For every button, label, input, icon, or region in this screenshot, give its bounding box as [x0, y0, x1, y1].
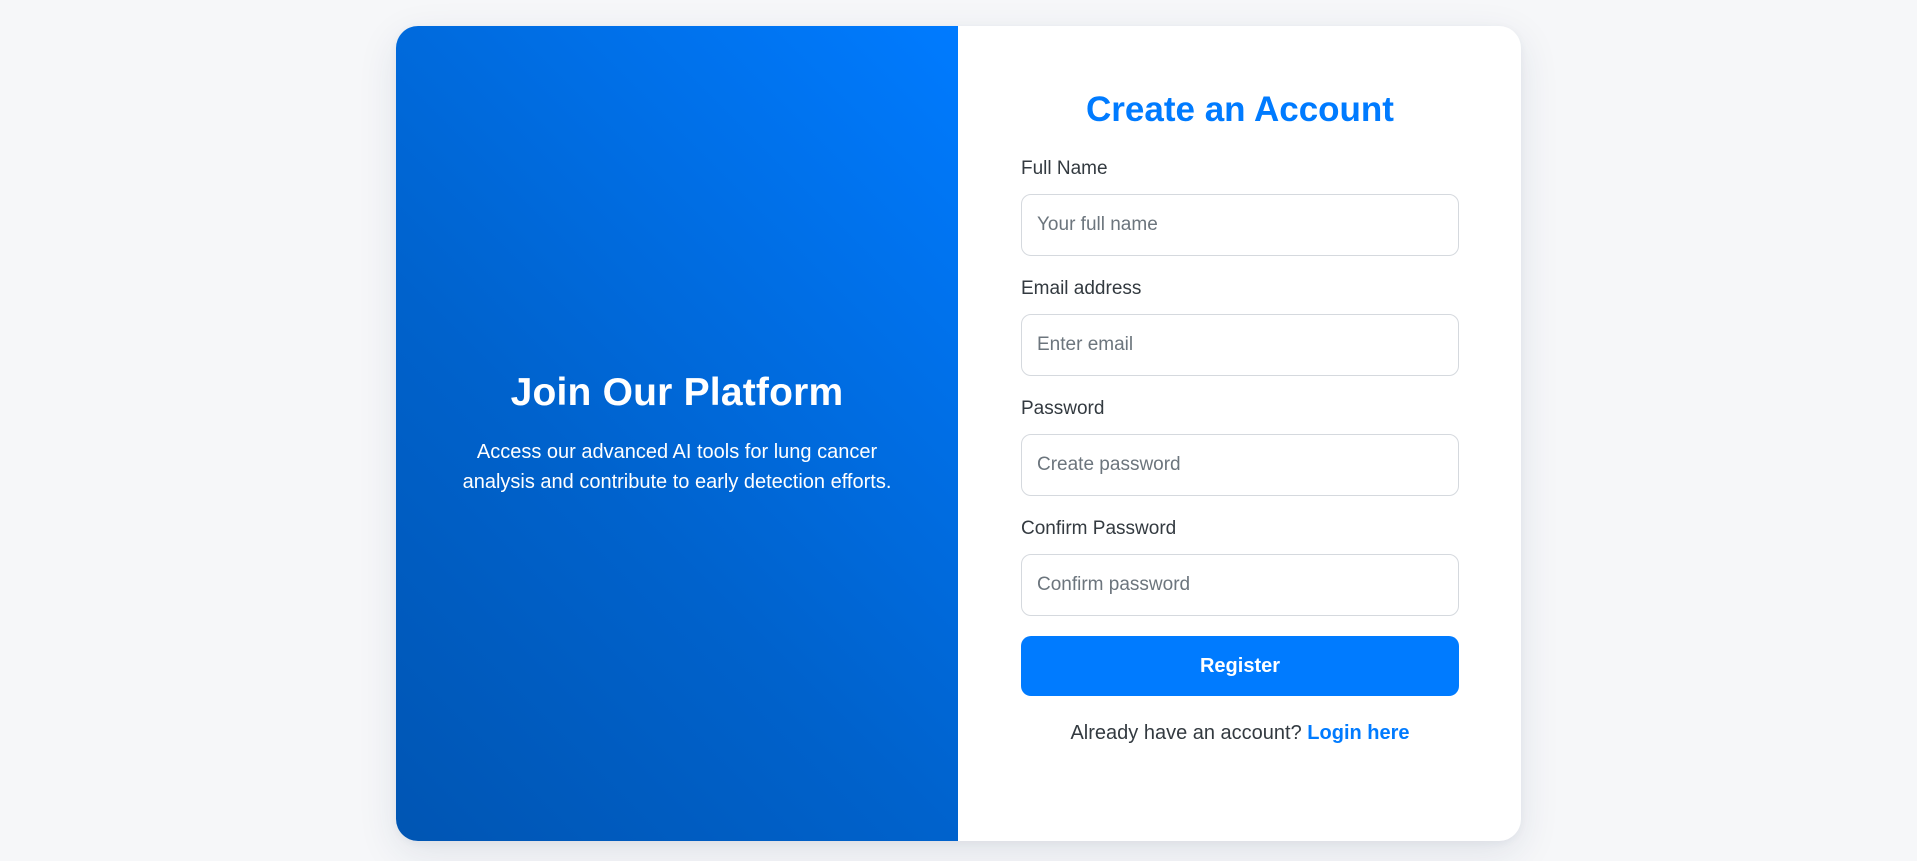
register-card: Join Our Platform Access our advanced AI… — [396, 26, 1521, 841]
register-button[interactable]: Register — [1021, 636, 1459, 696]
promo-title: Join Our Platform — [510, 370, 844, 414]
promo-description: Access our advanced AI tools for lung ca… — [462, 440, 892, 493]
page: Join Our Platform Access our advanced AI… — [0, 0, 1917, 861]
confirm-password-input[interactable] — [1021, 554, 1459, 616]
full-name-label: Full Name — [1021, 158, 1108, 179]
confirm-password-field-group: Confirm Password — [1021, 518, 1459, 616]
password-field-group: Password — [1021, 398, 1459, 496]
password-label: Password — [1021, 398, 1105, 419]
form-title: Create an Account — [1086, 90, 1394, 129]
email-field-group: Email address — [1021, 278, 1459, 376]
register-form-panel: Create an Account Full Name Email addres… — [958, 26, 1521, 841]
login-prompt-line: Already have an account? Login here — [1021, 722, 1459, 745]
password-input[interactable] — [1021, 434, 1459, 496]
full-name-field-group: Full Name — [1021, 158, 1459, 256]
email-input[interactable] — [1021, 314, 1459, 376]
promo-panel: Join Our Platform Access our advanced AI… — [396, 26, 958, 841]
login-prompt-text: Already have an account? — [1070, 722, 1302, 744]
register-form: Full Name Email address Password Confirm… — [1021, 158, 1459, 696]
confirm-password-label: Confirm Password — [1021, 518, 1177, 539]
email-label: Email address — [1021, 278, 1142, 299]
full-name-input[interactable] — [1021, 194, 1459, 256]
login-link[interactable]: Login here — [1307, 722, 1409, 744]
